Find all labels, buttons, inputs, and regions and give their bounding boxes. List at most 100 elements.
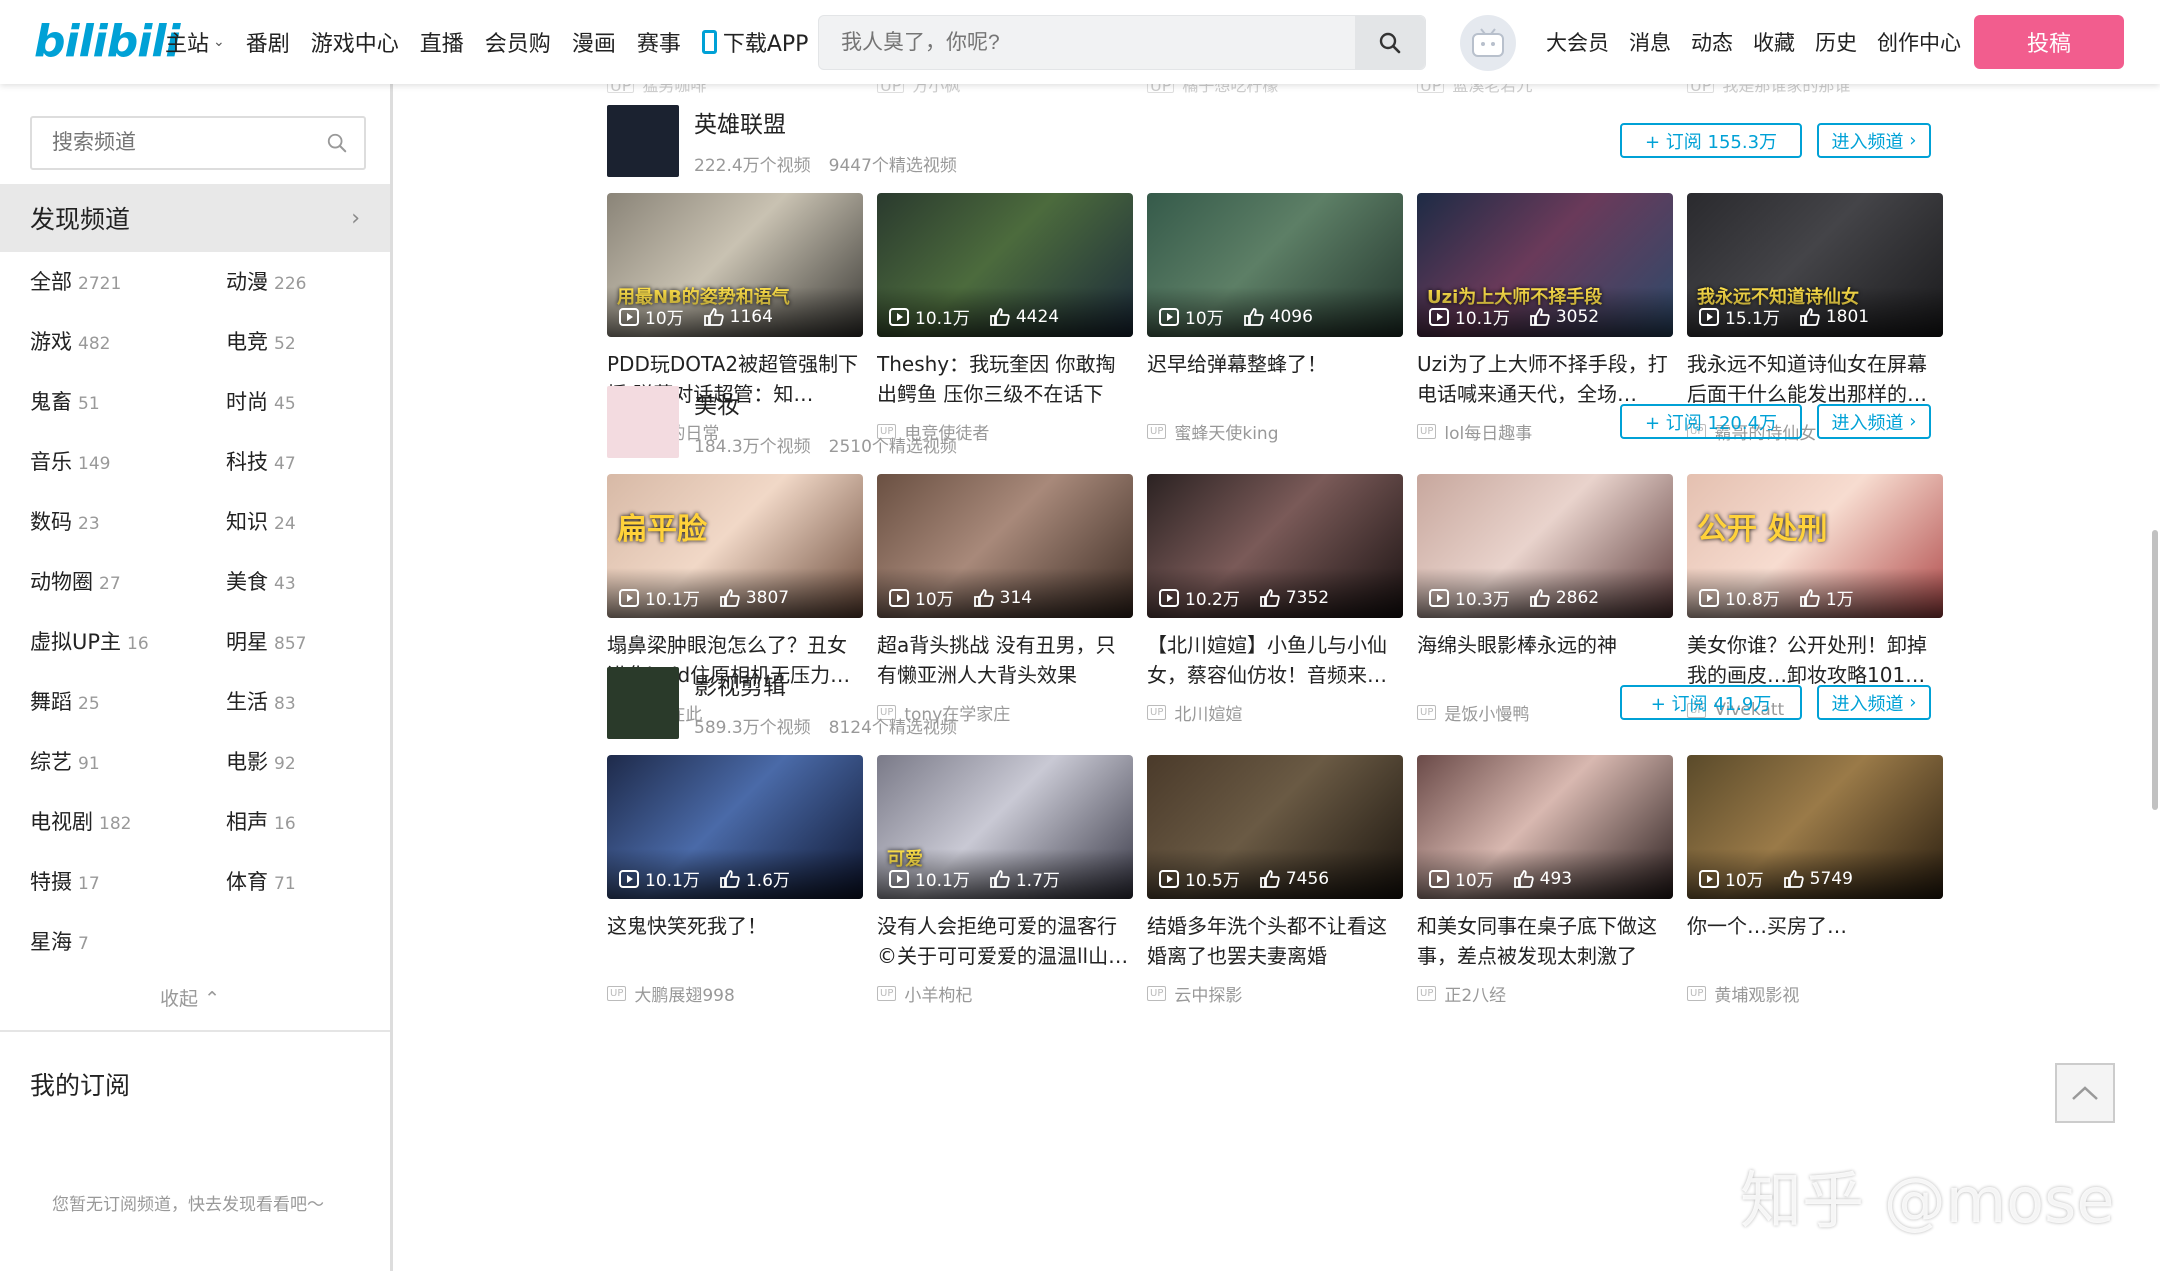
video-title[interactable]: 结婚多年洗个头都不让看这婚离了也罢夫妻离婚 xyxy=(1147,911,1403,971)
play-count-icon xyxy=(1429,869,1449,888)
video-stats: 10.1万 3052 xyxy=(1429,304,1599,329)
channel-name[interactable]: 美妆 xyxy=(694,386,740,420)
category-item[interactable]: 时尚 45 xyxy=(226,386,296,416)
category-item[interactable]: 动物圈 27 xyxy=(30,566,121,596)
play-count-icon xyxy=(1429,588,1449,607)
subscribe-button[interactable]: + 订阅 41.9万 xyxy=(1620,685,1802,720)
nav-download-app[interactable]: 下载APP xyxy=(701,26,808,58)
category-item[interactable]: 电视剧 182 xyxy=(30,806,131,836)
category-item[interactable]: 音乐 149 xyxy=(30,446,110,476)
category-item[interactable]: 数码 23 xyxy=(30,506,100,536)
category-item[interactable]: 舞蹈 25 xyxy=(30,686,100,716)
enter-channel-button[interactable]: 进入频道 › xyxy=(1817,685,1931,720)
category-item[interactable]: 明星 857 xyxy=(226,626,306,656)
category-item[interactable]: 综艺 91 xyxy=(30,746,100,776)
video-thumbnail[interactable]: 10万 493 xyxy=(1417,755,1673,899)
nav-mall[interactable]: 会员购 xyxy=(485,26,551,58)
nav-messages[interactable]: 消息 xyxy=(1629,27,1671,57)
nav-manga[interactable]: 漫画 xyxy=(572,26,616,58)
search-icon xyxy=(1379,32,1401,53)
video-thumbnail[interactable]: 可爱10.1万1.7万 xyxy=(877,755,1133,899)
video-thumbnail[interactable]: 扁平脸 10.1万 3807 xyxy=(607,474,863,618)
category-item[interactable]: 鬼畜 51 xyxy=(30,386,100,416)
video-thumbnail[interactable]: 我永远不知道诗仙女15.1万1801 xyxy=(1687,193,1943,337)
search-input[interactable] xyxy=(841,16,1341,69)
search-icon[interactable] xyxy=(326,132,348,154)
video-thumbnail[interactable]: 10.1万 1.6万 xyxy=(607,755,863,899)
subscribe-button[interactable]: + 订阅 120.4万 xyxy=(1620,404,1802,439)
category-item[interactable]: 游戏 482 xyxy=(30,326,110,356)
category-item[interactable]: 特摄 17 xyxy=(30,866,100,896)
category-item[interactable]: 电影 92 xyxy=(226,746,296,776)
video-thumbnail[interactable]: 10.5万 7456 xyxy=(1147,755,1403,899)
channel-icon[interactable] xyxy=(607,667,679,739)
category-item[interactable]: 生活 83 xyxy=(226,686,296,716)
category-item[interactable]: 美食 43 xyxy=(226,566,296,596)
video-uploader[interactable]: UP 小羊枸杞 xyxy=(877,981,972,1006)
nav-creator-center[interactable]: 创作中心 xyxy=(1877,27,1961,57)
video-title[interactable]: 和美女同事在桌子底下做这事，差点被发现太刺激了 xyxy=(1417,911,1673,971)
play-count-icon xyxy=(889,869,909,888)
video-thumbnail[interactable]: 10.2万 7352 xyxy=(1147,474,1403,618)
bilibili-logo[interactable]: bilibili xyxy=(34,16,180,67)
video-stats: 10.1万 3807 xyxy=(619,585,789,610)
play-count-icon xyxy=(619,588,639,607)
category-item[interactable]: 知识 24 xyxy=(226,506,296,536)
video-thumbnail[interactable]: 10.3万 2862 xyxy=(1417,474,1673,618)
nav-favorites[interactable]: 收藏 xyxy=(1753,27,1795,57)
video-title[interactable]: 没有人会拒绝可爱的温客行©关于可可爱爱的温温ll山… xyxy=(877,911,1133,971)
nav-bangumi[interactable]: 番剧 xyxy=(246,26,290,58)
category-item[interactable]: 体育 71 xyxy=(226,866,296,896)
video-thumbnail[interactable]: Uzi为上大师不择手段10.1万3052 xyxy=(1417,193,1673,337)
video-thumbnail[interactable]: 用最NB的姿势和语气10万1164 xyxy=(607,193,863,337)
video-thumbnail[interactable]: 10.1万 4424 xyxy=(877,193,1133,337)
category-item[interactable]: 动漫 226 xyxy=(226,266,306,296)
video-uploader[interactable]: UP 正2八经 xyxy=(1417,981,1506,1006)
play-count-icon xyxy=(889,588,909,607)
category-item[interactable]: 科技 47 xyxy=(226,446,296,476)
channel-search-input[interactable] xyxy=(52,118,332,168)
category-item[interactable]: 全部 2721 xyxy=(30,266,121,296)
like-icon xyxy=(1529,307,1550,326)
channel-icon[interactable] xyxy=(607,386,679,458)
like-icon xyxy=(1259,869,1280,888)
up-badge-icon: UP xyxy=(1687,986,1707,1001)
video-thumbnail[interactable]: 10万 4096 xyxy=(1147,193,1403,337)
upload-button[interactable]: 投稿 xyxy=(1974,15,2124,69)
video-thumbnail[interactable]: 10万 314 xyxy=(877,474,1133,618)
video-title[interactable]: 这鬼快笑死我了！ xyxy=(607,911,863,971)
category-item[interactable]: 虚拟UP主 16 xyxy=(30,626,149,656)
nav-main-site[interactable]: 主站 ⌄ xyxy=(165,26,225,58)
video-stats: 10万 1164 xyxy=(619,304,773,329)
video-uploader[interactable]: UP 云中探影 xyxy=(1147,981,1242,1006)
discover-channels[interactable]: 发现频道 › xyxy=(0,184,390,252)
video-stats: 10万 5749 xyxy=(1699,866,1853,891)
video-uploader[interactable]: UP 大鹏展翅998 xyxy=(607,981,735,1006)
nav-live[interactable]: 直播 xyxy=(420,26,464,58)
nav-esports[interactable]: 赛事 xyxy=(637,26,681,58)
channel-name[interactable]: 英雄联盟 xyxy=(694,105,786,139)
scrollbar[interactable] xyxy=(2152,530,2158,810)
video-thumbnail[interactable]: 公开 处刑 10.8万 1万 xyxy=(1687,474,1943,618)
video-thumbnail[interactable]: 10万 5749 xyxy=(1687,755,1943,899)
enter-channel-button[interactable]: 进入频道 › xyxy=(1817,123,1931,158)
back-to-top-button[interactable] xyxy=(2055,1063,2115,1123)
play-count-icon xyxy=(1159,869,1179,888)
channel-icon[interactable] xyxy=(607,105,679,177)
subscribe-button[interactable]: + 订阅 155.3万 xyxy=(1620,123,1802,158)
category-item[interactable]: 电竞 52 xyxy=(226,326,296,356)
channel-name[interactable]: 影视剪辑 xyxy=(694,667,786,701)
category-item[interactable]: 星海 7 xyxy=(30,926,89,956)
nav-history[interactable]: 历史 xyxy=(1815,27,1857,57)
nav-vip[interactable]: 大会员 xyxy=(1546,27,1609,57)
video-uploader[interactable]: UP 黄埔观影视 xyxy=(1687,981,1799,1006)
enter-channel-button[interactable]: 进入频道 › xyxy=(1817,404,1931,439)
avatar[interactable] xyxy=(1460,15,1516,71)
category-item[interactable]: 相声 16 xyxy=(226,806,296,836)
nav-dynamics[interactable]: 动态 xyxy=(1691,27,1733,57)
nav-game-center[interactable]: 游戏中心 xyxy=(311,26,399,58)
search-button[interactable] xyxy=(1355,16,1425,69)
my-subscriptions-title: 我的订阅 xyxy=(30,1071,131,1100)
video-title[interactable]: 你一个…买房了… xyxy=(1687,911,1943,971)
collapse-button[interactable]: 收起 ⌃ xyxy=(160,984,220,1011)
